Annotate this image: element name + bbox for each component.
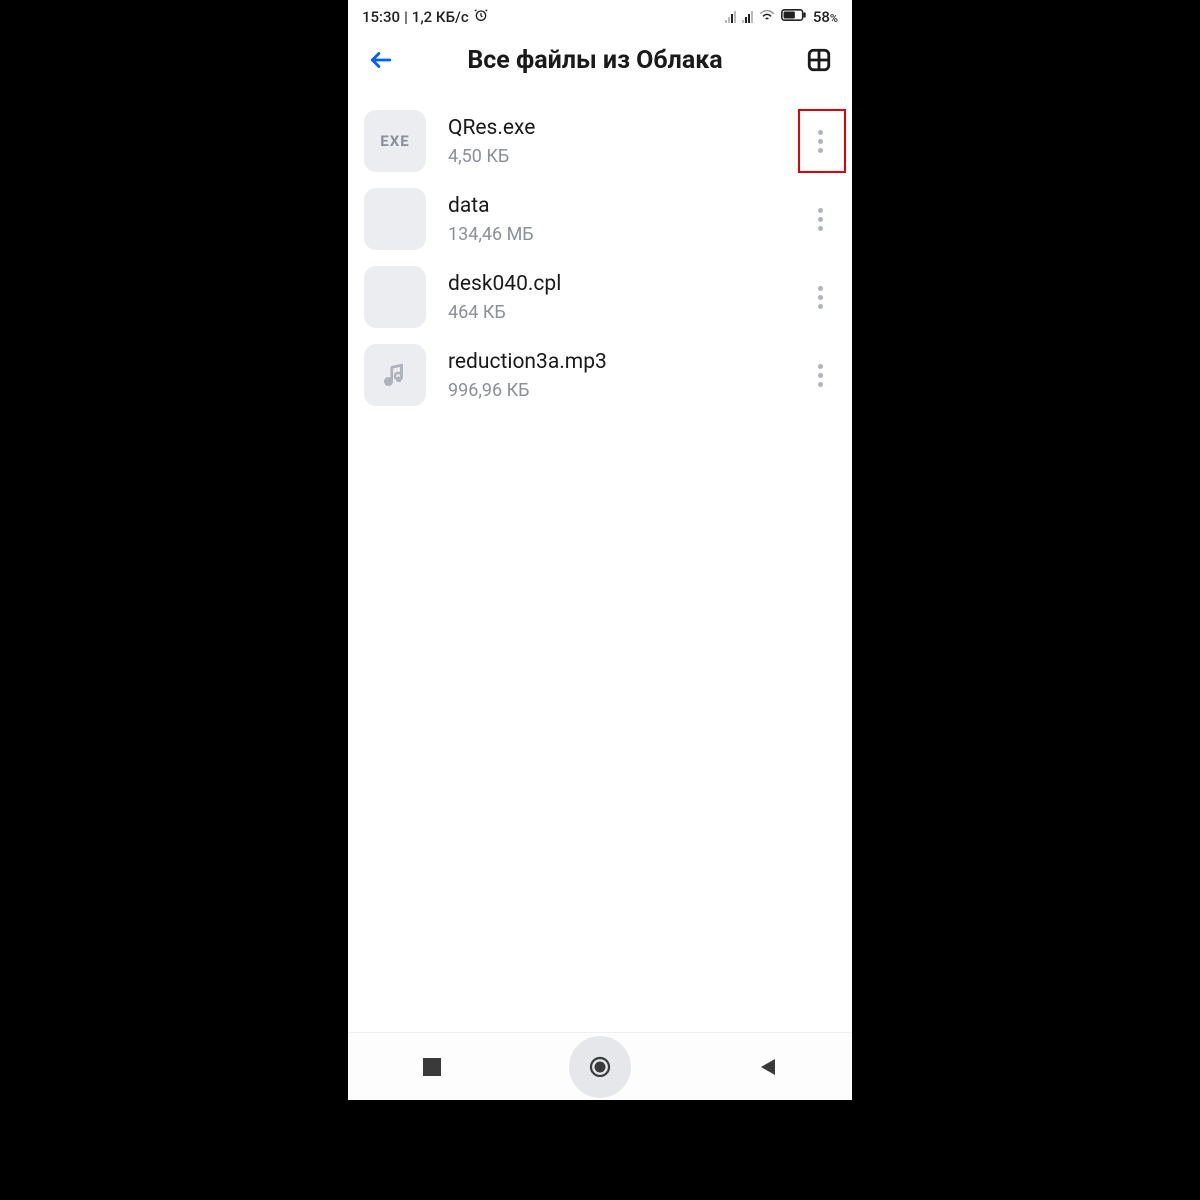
nav-back-button[interactable] xyxy=(708,1040,828,1094)
more-vertical-icon xyxy=(818,208,823,231)
phone-frame: 15:30 | 1,2 КБ/с xyxy=(348,0,852,1100)
file-name: desk040.cpl xyxy=(448,272,774,296)
signal-2-icon xyxy=(742,11,753,23)
file-info: QRes.exe 4,50 КБ xyxy=(448,116,774,167)
file-size: 464 КБ xyxy=(448,302,774,323)
wifi-icon xyxy=(759,8,775,26)
more-vertical-icon xyxy=(818,286,823,309)
grid-view-button[interactable] xyxy=(798,39,840,81)
file-name: QRes.exe xyxy=(448,116,774,140)
nav-recent-button[interactable] xyxy=(372,1040,492,1094)
file-more-button[interactable] xyxy=(796,187,844,251)
back-button[interactable] xyxy=(360,39,402,81)
file-more-button[interactable] xyxy=(796,109,844,173)
file-row[interactable]: reduction3a.mp3 996,96 КБ xyxy=(348,336,852,414)
page-title: Все файлы из Облака xyxy=(410,46,780,75)
file-row[interactable]: EXE QRes.exe 4,50 КБ xyxy=(348,102,852,180)
file-size: 134,46 МБ xyxy=(448,224,774,245)
status-bar: 15:30 | 1,2 КБ/с xyxy=(348,0,852,30)
status-separator: | xyxy=(404,8,408,26)
file-more-button[interactable] xyxy=(796,265,844,329)
status-net-speed: 1,2 КБ/с xyxy=(412,8,469,26)
more-vertical-icon xyxy=(818,130,823,153)
file-row[interactable]: data 134,46 МБ xyxy=(348,180,852,258)
system-nav-bar xyxy=(348,1032,852,1100)
file-name: reduction3a.mp3 xyxy=(448,350,774,374)
app-bar: Все файлы из Облака xyxy=(348,30,852,90)
battery-percent: 58% xyxy=(813,8,838,26)
file-thumb-generic xyxy=(364,266,426,328)
home-circle-icon xyxy=(569,1036,631,1098)
file-name: data xyxy=(448,194,774,218)
file-row[interactable]: desk040.cpl 464 КБ xyxy=(348,258,852,336)
status-time: 15:30 xyxy=(362,8,400,26)
file-info: reduction3a.mp3 996,96 КБ xyxy=(448,350,774,401)
music-icon xyxy=(382,362,408,388)
file-info: data 134,46 МБ xyxy=(448,194,774,245)
nav-home-button[interactable] xyxy=(540,1040,660,1094)
file-more-button[interactable] xyxy=(796,343,844,407)
status-left: 15:30 | 1,2 КБ/с xyxy=(362,7,489,27)
file-info: desk040.cpl 464 КБ xyxy=(448,272,774,323)
file-size: 4,50 КБ xyxy=(448,146,774,167)
file-thumb-audio xyxy=(364,344,426,406)
file-thumb-exe: EXE xyxy=(364,110,426,172)
file-size: 996,96 КБ xyxy=(448,380,774,401)
file-thumb-generic xyxy=(364,188,426,250)
status-right: 58% xyxy=(725,8,838,26)
file-list[interactable]: EXE QRes.exe 4,50 КБ data 134,46 МБ xyxy=(348,90,852,1032)
more-vertical-icon xyxy=(818,364,823,387)
battery-icon xyxy=(781,8,807,26)
alarm-icon xyxy=(473,7,489,27)
signal-1-icon xyxy=(725,11,736,23)
